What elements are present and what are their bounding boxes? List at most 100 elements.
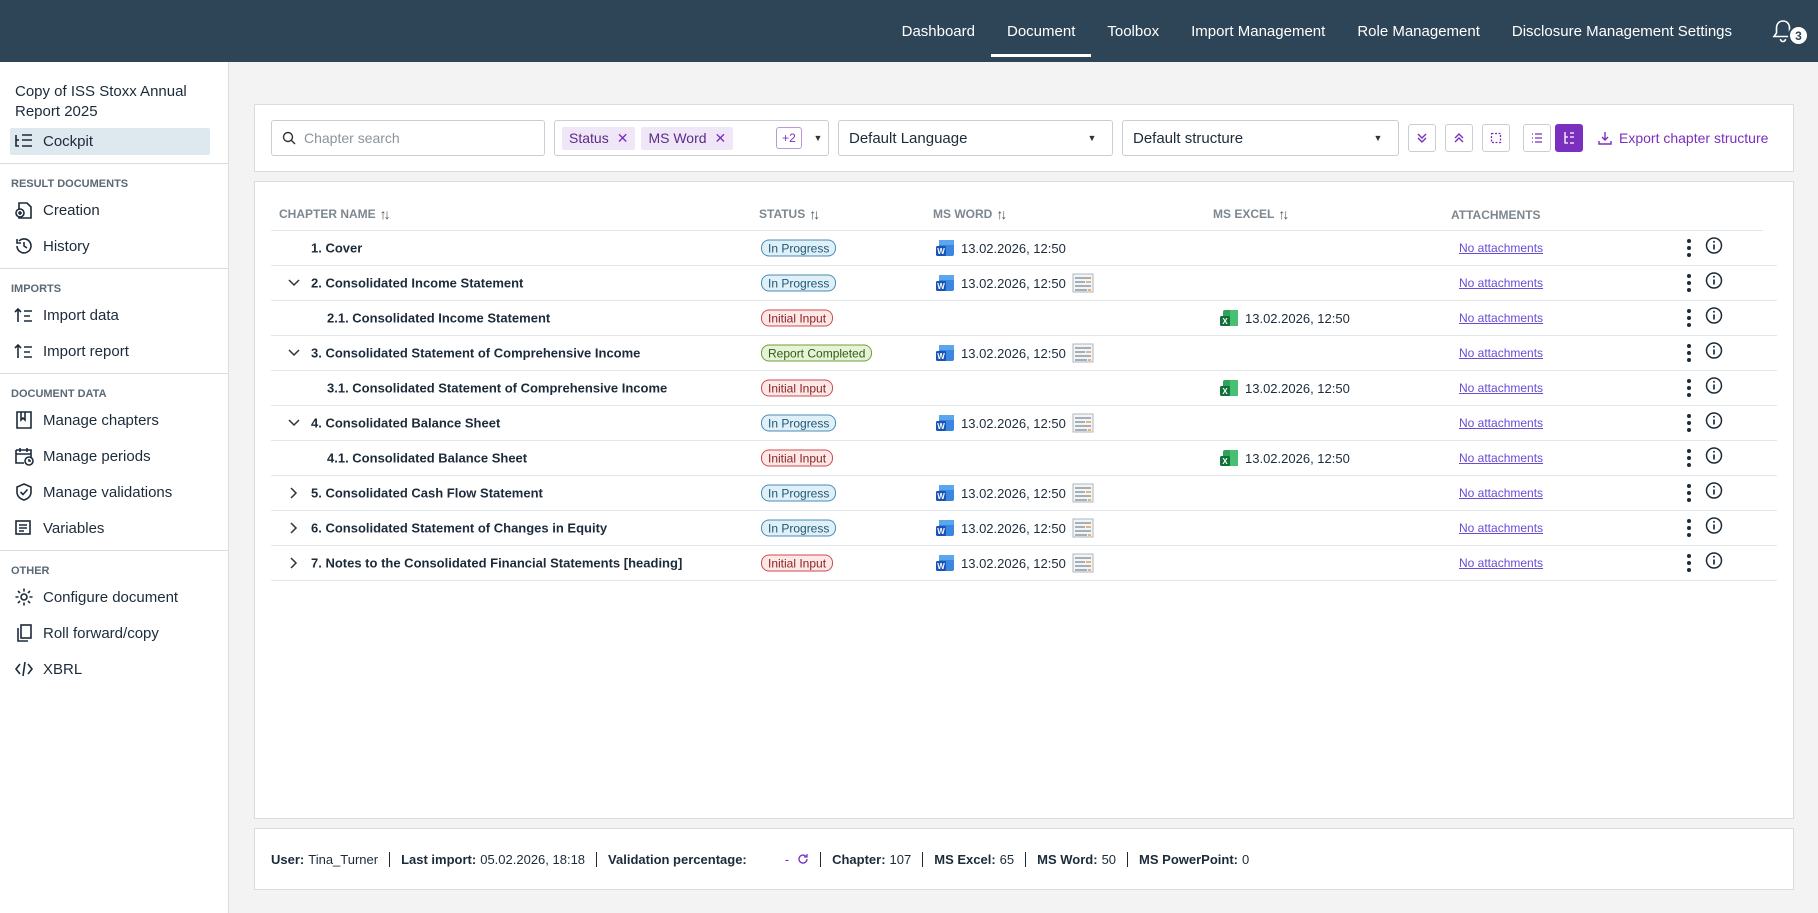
attachments-link[interactable]: No attachments [1459, 521, 1543, 535]
nav-toolbox[interactable]: Toolbox [1091, 0, 1175, 62]
table-row[interactable]: 3.1. Consolidated Statement of Comprehen… [271, 371, 1777, 406]
sidebar-item-roll-forward[interactable]: Roll forward/copy [0, 615, 228, 651]
more-options-icon[interactable] [1686, 484, 1692, 502]
table-row[interactable]: 1. Cover In Progress W 13.02.2026, 12:50 No … [271, 231, 1777, 266]
info-button[interactable] [1705, 412, 1723, 435]
chapter-name[interactable]: 5. Consolidated Cash Flow Statement [311, 486, 543, 501]
export-chapter-structure-button[interactable]: Export chapter structure [1598, 130, 1768, 146]
sidebar-item-import-report[interactable]: Import report [0, 333, 228, 369]
nav-document[interactable]: Document [991, 0, 1092, 62]
structure-select[interactable]: Default structure ▼ [1122, 120, 1399, 156]
sidebar-item-manage-validations[interactable]: Manage validations [0, 474, 228, 510]
remove-chip-icon[interactable]: ✕ [617, 130, 629, 147]
remove-chip-icon[interactable]: ✕ [715, 130, 727, 147]
ms-word-cell[interactable]: W 13.02.2026, 12:50 [935, 518, 1094, 538]
info-button[interactable] [1705, 517, 1723, 540]
compare-lines-icon[interactable] [1072, 518, 1094, 538]
column-header-ms-excel[interactable]: MS EXCEL ↑↓ [1213, 206, 1289, 222]
chapter-name[interactable]: 4. Consolidated Balance Sheet [311, 416, 500, 431]
sidebar-item-history[interactable]: History [0, 228, 228, 264]
sidebar-item-manage-periods[interactable]: Manage periods [0, 438, 228, 474]
more-filters-count[interactable]: +2 [776, 127, 802, 149]
expand-row-button[interactable] [285, 554, 303, 572]
info-button[interactable] [1705, 342, 1723, 365]
more-options-icon[interactable] [1686, 309, 1692, 327]
table-row[interactable]: 2.1. Consolidated Income Statement Initia… [271, 301, 1777, 336]
nav-dashboard[interactable]: Dashboard [886, 0, 991, 62]
list-view-button[interactable] [1523, 124, 1551, 152]
sidebar-item-configure-document[interactable]: Configure document [0, 579, 228, 615]
more-options-icon[interactable] [1686, 449, 1692, 467]
info-button[interactable] [1705, 377, 1723, 400]
chapter-search-input[interactable]: Chapter search [271, 120, 545, 156]
ms-word-cell[interactable]: W 13.02.2026, 12:50 [935, 343, 1094, 363]
sort-icon[interactable]: ↑↓ [1278, 206, 1289, 222]
column-header-chapter-name[interactable]: CHAPTER NAME ↑↓ [279, 206, 391, 222]
tree-view-button[interactable] [1555, 124, 1583, 152]
chapter-name[interactable]: 6. Consolidated Statement of Changes in … [311, 521, 607, 536]
notifications-button[interactable]: 3 [1748, 0, 1818, 62]
info-button[interactable] [1705, 447, 1723, 470]
refresh-icon[interactable] [797, 853, 809, 865]
info-button[interactable] [1705, 272, 1723, 295]
attachments-link[interactable]: No attachments [1459, 451, 1543, 465]
sidebar-item-creation[interactable]: Creation [0, 192, 228, 228]
attachments-link[interactable]: No attachments [1459, 556, 1543, 570]
column-header-status[interactable]: STATUS ↑↓ [759, 206, 820, 222]
ms-word-cell[interactable]: W 13.02.2026, 12:50 [935, 413, 1094, 433]
chevron-down-icon[interactable]: ▼ [808, 133, 828, 143]
sidebar-item-cockpit[interactable]: Cockpit [10, 128, 210, 155]
info-button[interactable] [1705, 552, 1723, 575]
attachments-link[interactable]: No attachments [1459, 241, 1543, 255]
attachments-link[interactable]: No attachments [1459, 311, 1543, 325]
collapse-all-button[interactable] [1445, 124, 1473, 152]
chapter-name[interactable]: 7. Notes to the Consolidated Financial S… [311, 556, 682, 571]
chapter-name[interactable]: 2. Consolidated Income Statement [311, 276, 523, 291]
sidebar-item-xbrl[interactable]: XBRL [0, 651, 228, 687]
attachments-link[interactable]: No attachments [1459, 416, 1543, 430]
chapter-name[interactable]: 4.1. Consolidated Balance Sheet [327, 451, 527, 466]
more-options-icon[interactable] [1686, 554, 1692, 572]
ms-excel-cell[interactable]: X 13.02.2026, 12:50 [1219, 378, 1350, 398]
attachments-link[interactable]: No attachments [1459, 486, 1543, 500]
more-options-icon[interactable] [1686, 519, 1692, 537]
filter-multiselect[interactable]: Status ✕ MS Word ✕ +2 ▼ [554, 120, 829, 156]
ms-word-cell[interactable]: W 13.02.2026, 12:50 [935, 483, 1094, 503]
collapse-row-button[interactable] [285, 274, 303, 292]
sidebar-item-import-data[interactable]: Import data [0, 297, 228, 333]
expand-row-button[interactable] [285, 519, 303, 537]
collapse-row-button[interactable] [285, 344, 303, 362]
ms-word-cell[interactable]: W 13.02.2026, 12:50 [935, 238, 1066, 258]
nav-disclosure-management-settings[interactable]: Disclosure Management Settings [1496, 0, 1748, 62]
ms-word-cell[interactable]: W 13.02.2026, 12:50 [935, 553, 1094, 573]
ms-excel-cell[interactable]: X 13.02.2026, 12:50 [1219, 308, 1350, 328]
info-button[interactable] [1705, 307, 1723, 330]
sidebar-item-manage-chapters[interactable]: Manage chapters [0, 402, 228, 438]
sort-icon[interactable]: ↑↓ [380, 206, 391, 222]
ms-word-cell[interactable]: W 13.02.2026, 12:50 [935, 273, 1094, 293]
sort-icon[interactable]: ↑↓ [809, 206, 820, 222]
more-options-icon[interactable] [1686, 414, 1692, 432]
select-area-button[interactable] [1482, 124, 1510, 152]
more-options-icon[interactable] [1686, 379, 1692, 397]
info-button[interactable] [1705, 237, 1723, 260]
chapter-name[interactable]: 3. Consolidated Statement of Comprehensi… [311, 346, 640, 361]
language-select[interactable]: Default Language ▼ [838, 120, 1113, 156]
compare-lines-icon[interactable] [1072, 343, 1094, 363]
chapter-name[interactable]: 2.1. Consolidated Income Statement [327, 311, 550, 326]
chapter-name[interactable]: 3.1. Consolidated Statement of Comprehen… [327, 381, 667, 396]
table-row[interactable]: 5. Consolidated Cash Flow Statement In Pr… [271, 476, 1777, 511]
attachments-link[interactable]: No attachments [1459, 346, 1543, 360]
table-row[interactable]: 6. Consolidated Statement of Changes in … [271, 511, 1777, 546]
nav-role-management[interactable]: Role Management [1341, 0, 1496, 62]
column-header-ms-word[interactable]: MS WORD ↑↓ [933, 206, 1007, 222]
more-options-icon[interactable] [1686, 274, 1692, 292]
table-row[interactable]: 2. Consolidated Income Statement In Progr… [271, 266, 1777, 301]
attachments-link[interactable]: No attachments [1459, 381, 1543, 395]
sort-icon[interactable]: ↑↓ [996, 206, 1007, 222]
compare-lines-icon[interactable] [1072, 553, 1094, 573]
table-row[interactable]: 4.1. Consolidated Balance Sheet Initial I… [271, 441, 1777, 476]
ms-excel-cell[interactable]: X 13.02.2026, 12:50 [1219, 448, 1350, 468]
table-row[interactable]: 3. Consolidated Statement of Comprehensi… [271, 336, 1777, 371]
compare-lines-icon[interactable] [1072, 413, 1094, 433]
